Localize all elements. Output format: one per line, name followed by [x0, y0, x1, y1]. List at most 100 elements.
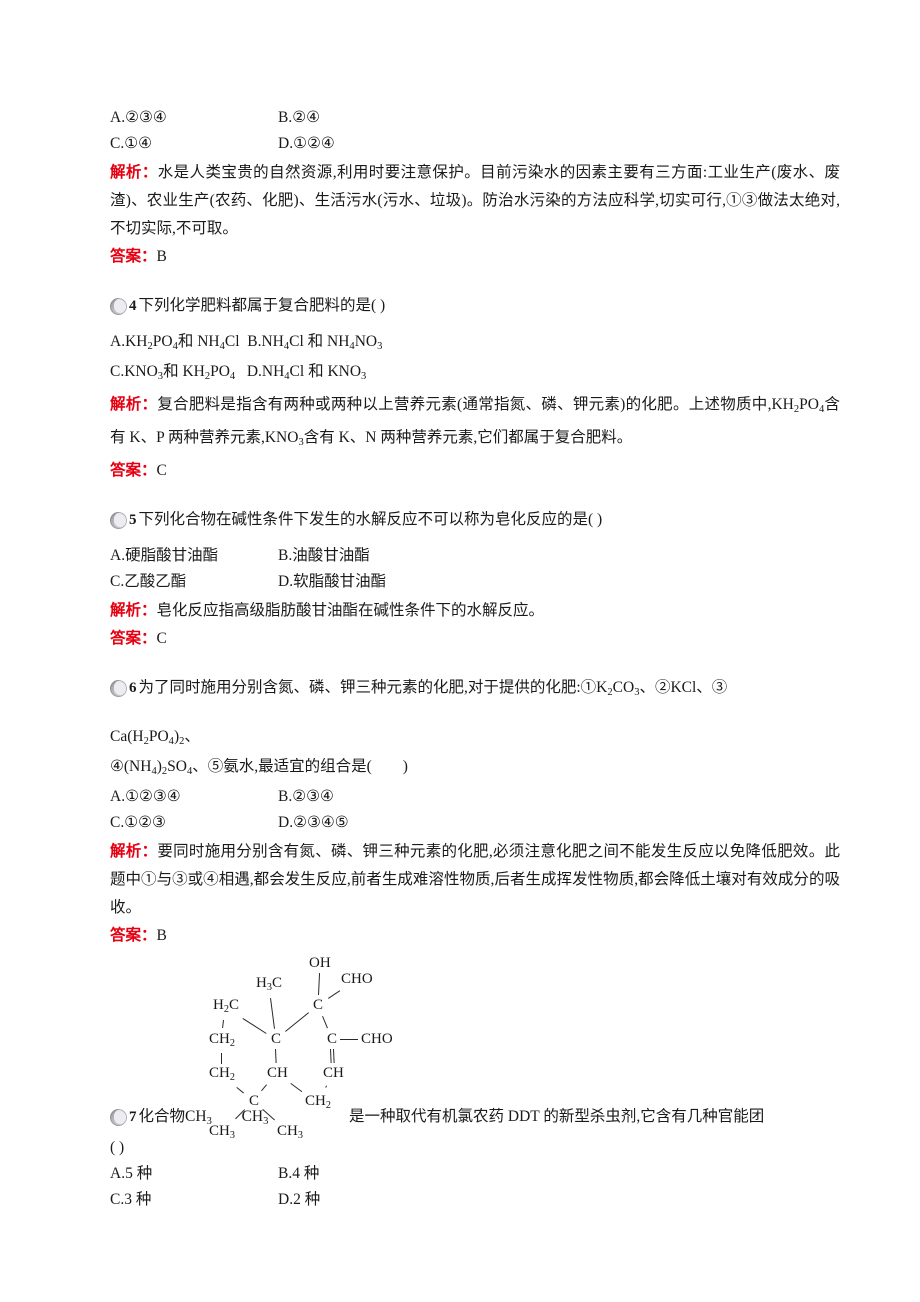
structure-atom-ch2-c: CH2	[304, 1092, 332, 1113]
q3-answer: 答案：B	[110, 243, 840, 271]
structure-atom-c-bot: C	[248, 1092, 261, 1109]
q7-option-row-1: A.5 种 B.4 种	[110, 1161, 840, 1187]
answer-label: 答案：	[110, 629, 157, 647]
moon-bullet-icon	[110, 298, 127, 315]
structure-bond	[329, 1048, 332, 1064]
q6-stem-line-3: ④(NH4)2SO4、⑤氨水,最适宜的组合是( )	[110, 757, 408, 777]
q6-number: 6	[129, 679, 137, 696]
q4-option-line-2[interactable]: C.KNO3和 KH2PO4 D.NH4Cl 和 KNO3	[110, 359, 840, 389]
q7-option-b[interactable]: B.4 种	[278, 1161, 840, 1187]
question-5: 5 下列化合物在碱性条件下发生的水解反应不可以称为皂化反应的是( ) A.硬脂酸…	[110, 507, 840, 653]
structure-bond	[241, 1017, 267, 1034]
q3-analysis-text: 水是人类宝贵的自然资源,利用时要注意保护。目前污染水的因素主要有三方面:工业生产…	[110, 164, 840, 237]
q4-option-line-1[interactable]: A.KH2PO4和 NH4Cl B.NH4Cl 和 NH4NO3	[110, 329, 840, 359]
structure-atom-oh: OH	[308, 954, 332, 971]
q3-option-a[interactable]: A.②③④	[110, 105, 278, 131]
q4-heading: 4 下列化学肥料都属于复合肥料的是( )	[110, 293, 840, 319]
structure-bond	[327, 990, 341, 1000]
q5-option-b[interactable]: B.油酸甘油酯	[278, 543, 840, 569]
q6-analysis-text: 要同时施用分别含有氮、磷、钾三种元素的化肥,必须注意化肥之间不能发生反应以免降低…	[110, 842, 840, 916]
q5-option-a[interactable]: A.硬脂酸甘油酯	[110, 543, 278, 569]
q6-analysis: 解析：要同时施用分别含有氮、磷、钾三种元素的化肥,必须注意化肥之间不能发生反应以…	[110, 838, 840, 922]
structure-bond	[275, 1048, 278, 1064]
q5-option-row-1: A.硬脂酸甘油酯 B.油酸甘油酯	[110, 543, 840, 569]
structure-diagram-wrap: OH CHO H3C C H2C CH2 C C CHO CH2 CH CH C CH2 CH3 CH3	[110, 954, 840, 1143]
structure-atom-h2c: H2C	[212, 996, 240, 1017]
q4-stem: 下列化学肥料都属于复合肥料的是( )	[138, 297, 386, 314]
exercise-page: A.②③④ B.②④ C.①④ D.①②④ 解析：水是人类宝贵的自然资源,利用时…	[110, 105, 840, 1213]
structure-bond	[321, 1016, 328, 1029]
q6-answer: 答案：B	[110, 922, 840, 950]
structure-bond	[340, 1039, 358, 1041]
question-7: 7 化合物 CH3 CH3 是一种取代有机氯农药 DDT 的新型杀虫剂,它含有几…	[110, 1104, 840, 1213]
structure-atom-cho-right: CHO	[360, 1030, 394, 1047]
structure-bond	[220, 1052, 222, 1064]
q5-analysis-text: 皂化反应指高级脂肪酸甘油酯在碱性条件下的水解反应。	[156, 601, 545, 619]
q7-prefix: 化合物	[138, 1107, 186, 1125]
q7-option-d[interactable]: D.2 种	[278, 1187, 840, 1213]
q6-option-c[interactable]: C.①②③	[110, 810, 278, 836]
structure-atom-ch2-a: CH2	[208, 1030, 236, 1051]
structure-atom-c-top: C	[312, 996, 325, 1013]
q6-option-a[interactable]: A.①②③④	[110, 784, 278, 810]
structure-atom-ch-mid: CH	[266, 1064, 289, 1081]
structure-atom-ch2-b: CH2	[208, 1064, 236, 1085]
q4-number: 4	[129, 298, 137, 314]
q5-answer-text: C	[156, 629, 167, 647]
structure-atom-c-right: C	[326, 1030, 339, 1047]
structure-atom-ch3-right: CH3	[276, 1122, 304, 1143]
question-3-tail: A.②③④ B.②④ C.①④ D.①②④ 解析：水是人类宝贵的自然资源,利用时…	[110, 105, 840, 271]
structure-atom-c-mid: C	[270, 1030, 283, 1047]
moon-bullet-icon	[110, 511, 127, 529]
q6-answer-text: B	[156, 926, 167, 944]
q5-heading: 5 下列化合物在碱性条件下发生的水解反应不可以称为皂化反应的是( )	[110, 507, 840, 533]
structure-bond	[222, 1020, 225, 1028]
q5-answer: 答案：C	[110, 625, 840, 653]
q3-option-d[interactable]: D.①②④	[278, 131, 840, 157]
structure-bond	[318, 973, 321, 996]
moon-bullet-icon	[110, 1108, 127, 1126]
insecticide-structure-diagram: OH CHO H3C C H2C CH2 C C CHO CH2 CH CH C CH2 CH3 CH3	[200, 954, 460, 1143]
q5-number: 5	[129, 511, 137, 528]
q6-stem-line-2: Ca(H2PO4)2、	[110, 727, 200, 747]
structure-atom-cho-top: CHO	[340, 970, 374, 987]
q6-stem-line-1: 为了同时施用分别含氮、磷、钾三种元素的化肥,对于提供的化肥:①K2CO3、②KC…	[138, 678, 728, 698]
q3-option-c[interactable]: C.①④	[110, 131, 278, 157]
question-4: 4 下列化学肥料都属于复合肥料的是( ) A.KH2PO4和 NH4Cl B.N…	[110, 293, 840, 485]
q3-analysis: 解析：水是人类宝贵的自然资源,利用时要注意保护。目前污染水的因素主要有三方面:工…	[110, 159, 840, 243]
q6-option-d[interactable]: D.②③④⑤	[278, 810, 840, 836]
question-6: 6 为了同时施用分别含氮、磷、钾三种元素的化肥,对于提供的化肥:①K2CO3、②…	[110, 675, 840, 950]
q4-analysis-text: 复合肥料是指含有两种或两种以上营养元素(通常指氮、磷、钾元素)的化肥。上述物质中…	[110, 395, 840, 448]
q4-answer-text: C	[156, 461, 167, 479]
analysis-label: 解析：	[110, 601, 157, 619]
q3-option-row-1: A.②③④ B.②④	[110, 105, 840, 131]
q3-option-b[interactable]: B.②④	[278, 105, 840, 131]
q5-stem: 下列化合物在碱性条件下发生的水解反应不可以称为皂化反应的是( )	[138, 510, 603, 528]
structure-bond	[332, 1048, 335, 1063]
q6-option-row-1: A.①②③④ B.②③④	[110, 784, 840, 810]
q3-answer-text: B	[156, 248, 167, 265]
structure-bond	[236, 1087, 245, 1095]
q6-option-row-2: C.①②③ D.②③④⑤	[110, 810, 840, 836]
structure-bond	[324, 1085, 327, 1088]
q5-option-row-2: C.乙酸乙酯 D.软脂酸甘油酯	[110, 569, 840, 595]
analysis-label: 解析：	[110, 395, 158, 413]
q7-ch3-left: CH3	[185, 1107, 212, 1127]
q7-option-c[interactable]: C.3 种	[110, 1187, 278, 1213]
structure-atom-h3c: H3C	[255, 974, 283, 995]
q6-option-b[interactable]: B.②③④	[278, 784, 840, 810]
q6-heading: 6 为了同时施用分别含氮、磷、钾三种元素的化肥,对于提供的化肥:①K2CO3、②…	[110, 675, 840, 706]
q5-option-d[interactable]: D.软脂酸甘油酯	[278, 569, 840, 595]
q5-option-c[interactable]: C.乙酸乙酯	[110, 569, 278, 595]
structure-bond	[289, 1082, 303, 1093]
q4-analysis: 解析：复合肥料是指含有两种或两种以上营养元素(通常指氮、磷、钾元素)的化肥。上述…	[110, 391, 840, 457]
moon-bullet-icon	[110, 679, 127, 697]
answer-label: 答案：	[110, 926, 157, 944]
structure-bond	[260, 1084, 268, 1092]
answer-label: 答案：	[110, 248, 157, 265]
q7-option-a[interactable]: A.5 种	[110, 1161, 278, 1187]
structure-bond	[269, 998, 275, 1029]
